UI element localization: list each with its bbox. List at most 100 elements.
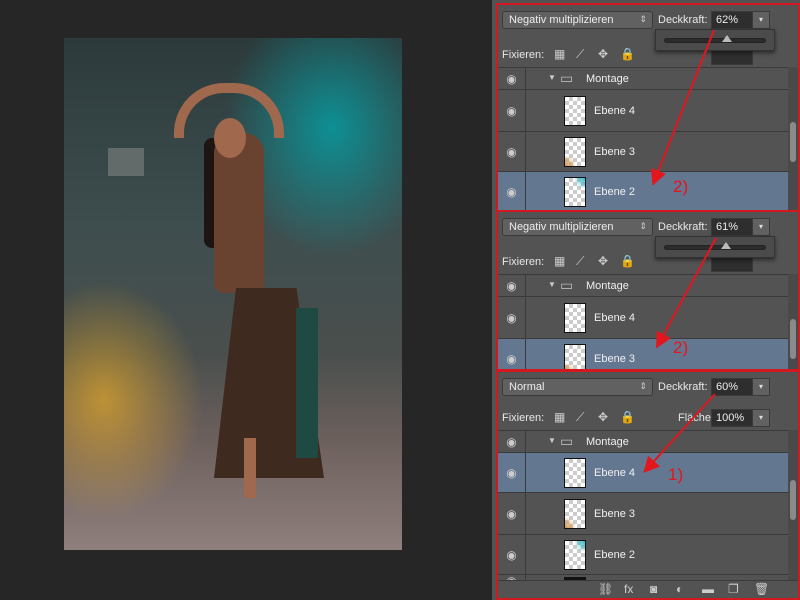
slider-knob[interactable]	[721, 242, 732, 249]
group-expand-triangle-icon[interactable]: ▼	[548, 73, 556, 82]
layer-row[interactable]: ◉ Ebene 3	[498, 339, 788, 369]
layer-group-row[interactable]: ◉ ▼ ▭ Montage	[498, 68, 788, 90]
lock-paint-icon[interactable]: ⟋	[576, 410, 584, 425]
visibility-eye-icon[interactable]: ◉	[498, 493, 526, 534]
layer-list: ◉ ▼ ▭ Montage ◉ Ebene 4 ◉ Ebene 3	[498, 274, 788, 369]
layer-row[interactable]: ◉ Ebene 3	[498, 132, 788, 172]
layer-row[interactable]: ◉ Ebene 4	[498, 453, 788, 493]
opacity-input[interactable]: 62%	[711, 11, 753, 29]
folder-icon[interactable]: ▬	[702, 582, 714, 596]
layers-scrollbar[interactable]	[788, 430, 798, 598]
visibility-eye-icon[interactable]: ◉	[498, 275, 526, 296]
scrollbar-thumb[interactable]	[790, 480, 796, 520]
lock-all-icon[interactable]: 🔒	[620, 254, 635, 268]
blend-mode-value: Negativ multiplizieren	[509, 14, 614, 26]
chevron-updown-icon: ⇕	[639, 381, 647, 391]
layers-scrollbar[interactable]	[788, 274, 798, 369]
adjustment-icon[interactable]: ◐	[676, 582, 683, 596]
lock-position-icon[interactable]: ✥	[598, 254, 608, 268]
slider-knob[interactable]	[722, 35, 733, 42]
opacity-input[interactable]: 60%	[711, 378, 753, 396]
visibility-eye-icon[interactable]: ◉	[498, 90, 526, 131]
layer-name: Montage	[586, 436, 629, 448]
mask-icon[interactable]: ◙	[650, 582, 657, 596]
chevron-updown-icon: ⇕	[639, 221, 647, 231]
blend-mode-select[interactable]: Normal ⇕	[502, 378, 653, 396]
blend-mode-select[interactable]: Negativ multiplizieren ⇕	[502, 11, 653, 29]
new-layer-icon[interactable]: ❐	[728, 582, 739, 596]
layer-group-row[interactable]: ◉ ▼ ▭ Montage	[498, 431, 788, 453]
layer-list: ◉▼▭Montage◉Ebene 4◉Ebene 3◉Ebene 2◉	[498, 430, 788, 598]
fill-input[interactable]: 100%	[711, 409, 753, 427]
visibility-eye-icon[interactable]: ◉	[498, 68, 526, 89]
layer-thumbnail	[564, 344, 586, 369]
layers-scrollbar[interactable]	[788, 67, 798, 210]
opacity-dropdown-button[interactable]: ▾	[752, 218, 770, 236]
blend-mode-value: Normal	[509, 381, 545, 393]
fill-label: Fläche:	[678, 412, 715, 424]
layer-row[interactable]: ◉ Ebene 4	[498, 297, 788, 339]
link-icon[interactable]: ⛓	[598, 582, 613, 596]
layer-row[interactable]: ◉ Ebene 4	[498, 90, 788, 132]
layer-name: Ebene 4	[594, 105, 635, 117]
layer-thumbnail	[564, 177, 586, 207]
lock-position-icon[interactable]: ✥	[598, 410, 608, 424]
layer-thumbnail	[564, 96, 586, 126]
layer-name: Ebene 2	[594, 549, 635, 561]
visibility-eye-icon[interactable]: ◉	[498, 453, 526, 492]
lock-transparency-icon[interactable]: ▦	[554, 254, 565, 268]
layer-thumbnail	[564, 303, 586, 333]
canvas-area	[0, 0, 492, 600]
fill-dropdown-button[interactable]: ▾	[752, 409, 770, 427]
opacity-dropdown-button[interactable]: ▾	[752, 11, 770, 29]
visibility-eye-icon[interactable]: ◉	[498, 297, 526, 338]
folder-icon: ▭	[560, 433, 574, 449]
slider-track[interactable]	[664, 38, 766, 43]
layer-thumbnail	[564, 499, 586, 529]
layers-panel: Negativ multiplizieren ⇕ Deckkraft: 61% ▾ Fix…	[496, 210, 800, 371]
group-expand-triangle-icon[interactable]: ▼	[548, 436, 556, 445]
lock-paint-icon[interactable]: ⟋	[576, 47, 584, 62]
scrollbar-thumb[interactable]	[790, 122, 796, 162]
visibility-eye-icon[interactable]: ◉	[498, 132, 526, 171]
layer-row[interactable]: ◉ Ebene 2	[498, 535, 788, 575]
lock-transparency-icon[interactable]: ▦	[554, 410, 565, 424]
layers-panel: Negativ multiplizieren ⇕ Deckkraft: 62% ▾ Fix…	[496, 3, 800, 212]
layer-name: Montage	[586, 280, 629, 292]
lock-position-icon[interactable]: ✥	[598, 47, 608, 61]
group-expand-triangle-icon[interactable]: ▼	[548, 280, 556, 289]
visibility-eye-icon[interactable]: ◉	[498, 172, 526, 210]
annotation-label: 2)	[673, 177, 689, 196]
lock-all-icon[interactable]: 🔒	[620, 410, 635, 424]
annotation-label: 2)	[673, 338, 689, 357]
opacity-label: Deckkraft:	[658, 381, 708, 393]
visibility-eye-icon[interactable]: ◉	[498, 535, 526, 574]
layers-bottom-toolbar: ⛓ fx ◙ ◐ ▬ ❐ 🗑	[498, 580, 798, 598]
folder-icon: ▭	[560, 277, 574, 293]
opacity-slider-popup	[655, 236, 775, 258]
lock-transparency-icon[interactable]: ▦	[554, 47, 565, 61]
lock-all-icon[interactable]: 🔒	[620, 47, 635, 61]
layer-list: ◉ ▼ ▭ Montage ◉ Ebene 4 ◉ Ebene 3 ◉ Ebene 2	[498, 67, 788, 210]
layer-name: Ebene 3	[594, 508, 635, 520]
trash-icon[interactable]: 🗑	[754, 582, 769, 596]
lock-paint-icon[interactable]: ⟋	[576, 254, 584, 269]
visibility-eye-icon[interactable]: ◉	[498, 339, 526, 369]
scrollbar-thumb[interactable]	[790, 319, 796, 359]
document-photo	[64, 38, 402, 550]
opacity-dropdown-button[interactable]: ▾	[752, 378, 770, 396]
layer-name: Montage	[586, 73, 629, 85]
layer-group-row[interactable]: ◉ ▼ ▭ Montage	[498, 275, 788, 297]
layer-name: Ebene 4	[594, 312, 635, 324]
layer-thumbnail	[564, 540, 586, 570]
lock-label: Fixieren:	[502, 412, 545, 424]
layer-name: Ebene 3	[594, 353, 635, 365]
visibility-eye-icon[interactable]: ◉	[498, 431, 526, 452]
opacity-input[interactable]: 61%	[711, 218, 753, 236]
blend-mode-select[interactable]: Negativ multiplizieren ⇕	[502, 218, 653, 236]
layer-row[interactable]: ◉ Ebene 3	[498, 493, 788, 535]
slider-track[interactable]	[664, 245, 766, 250]
layer-row[interactable]: ◉ Ebene 2	[498, 172, 788, 210]
layers-panel: Normal ⇕ Deckkraft: 60% ▾ Fixieren: ▦ ⟋ ✥ 🔒 Fläche…	[496, 370, 800, 600]
fx-icon[interactable]: fx	[624, 582, 633, 596]
